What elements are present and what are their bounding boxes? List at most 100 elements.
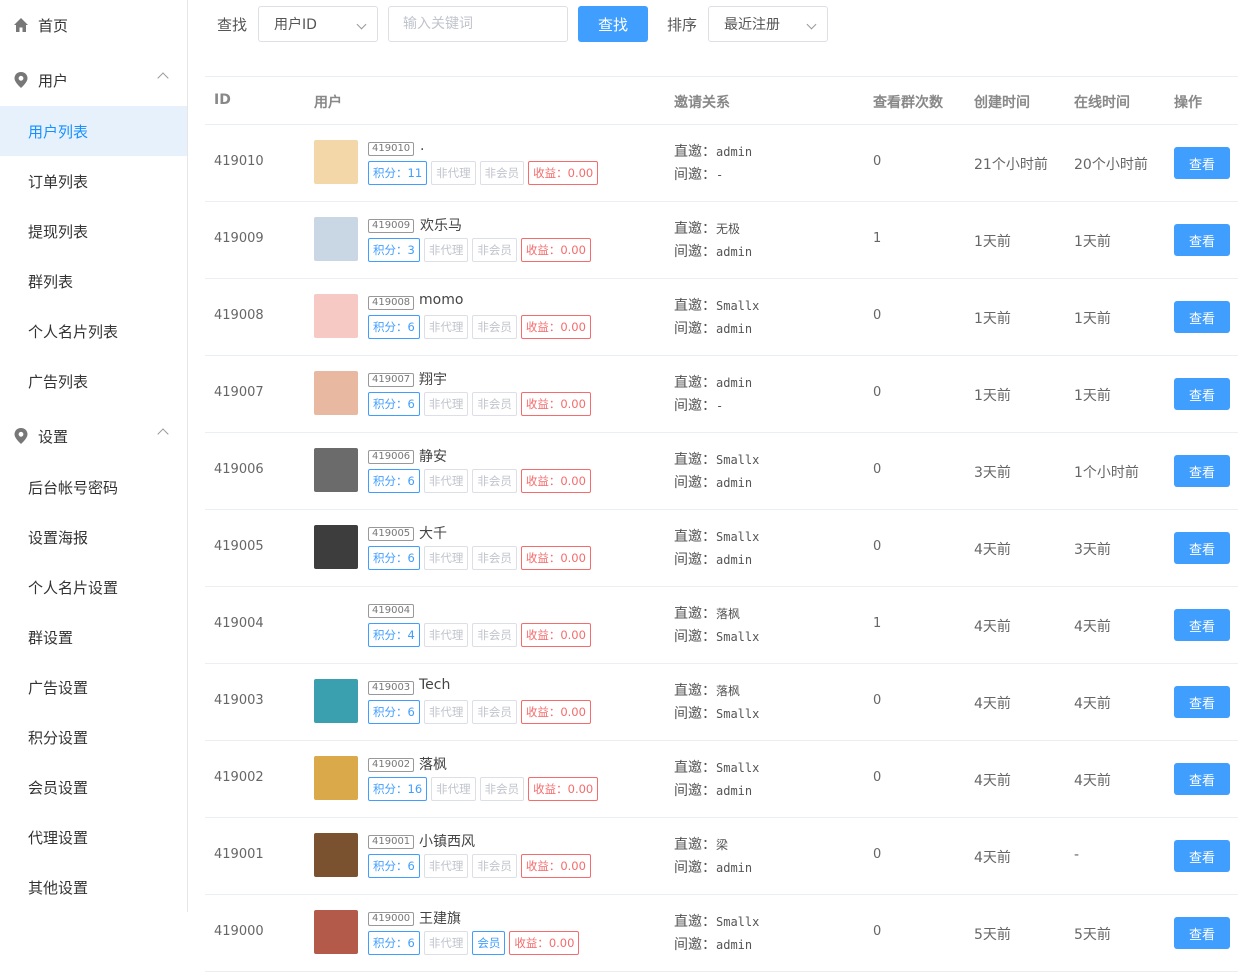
view-button[interactable]: 查看 bbox=[1174, 455, 1230, 487]
indirect-invite: 间邀：admin bbox=[674, 780, 752, 800]
income-tag: 收益：0.00 bbox=[528, 161, 599, 185]
sidebar-item-ad-list[interactable]: 广告列表 bbox=[0, 356, 187, 406]
direct-value: admin bbox=[716, 376, 753, 390]
search-field-select[interactable]: 用户ID bbox=[258, 6, 378, 42]
indirect-value: Smallx bbox=[716, 707, 760, 721]
user-tags: 积分：6 非代理 非会员 收益：0.00 bbox=[368, 854, 591, 878]
view-button[interactable]: 查看 bbox=[1174, 686, 1230, 718]
indirect-value: admin bbox=[716, 938, 753, 952]
user-name: 大千 bbox=[419, 526, 447, 542]
direct-value: Smallx bbox=[716, 915, 760, 929]
sidebar: 首页 用户 用户列表 订单列表 提现列表 群列表 个人名片列表 广告列表 设置 … bbox=[0, 0, 188, 912]
sidebar-group-settings[interactable]: 设置 bbox=[0, 411, 187, 461]
user-avatar bbox=[314, 910, 358, 954]
sidebar-item-poster-settings[interactable]: 设置海报 bbox=[0, 512, 187, 562]
direct-label: 直邀： bbox=[674, 760, 716, 776]
view-button[interactable]: 查看 bbox=[1174, 147, 1230, 179]
view-button[interactable]: 查看 bbox=[1174, 378, 1230, 410]
sidebar-item-user-list[interactable]: 用户列表 bbox=[0, 106, 187, 156]
view-button[interactable]: 查看 bbox=[1174, 532, 1230, 564]
sidebar-item-agent-settings[interactable]: 代理设置 bbox=[0, 812, 187, 862]
table-row: 419010 419010 . 积分：11 非代理 非会员 收益：0.00 直邀… bbox=[205, 125, 1238, 202]
income-tag: 收益：0.00 bbox=[528, 777, 599, 801]
points-tag: 积分：6 bbox=[368, 469, 420, 493]
table-row: 419003 419003 Tech 积分：6 非代理 非会员 收益：0.00 … bbox=[205, 664, 1238, 741]
direct-invite: 直邀：Smallx bbox=[674, 526, 759, 546]
sidebar-item-withdraw-list[interactable]: 提现列表 bbox=[0, 206, 187, 256]
view-button[interactable]: 查看 bbox=[1174, 224, 1230, 256]
direct-label: 直邀： bbox=[674, 144, 716, 160]
sidebar-item-other-settings[interactable]: 其他设置 bbox=[0, 862, 187, 912]
sidebar-item-label: 订单列表 bbox=[28, 172, 89, 191]
direct-value: Smallx bbox=[716, 761, 760, 775]
sidebar-item-label: 广告列表 bbox=[28, 372, 89, 391]
user-id-tag: 419001 bbox=[368, 835, 415, 849]
user-tags: 积分：3 非代理 非会员 收益：0.00 bbox=[368, 238, 591, 262]
sidebar-item-ad-settings[interactable]: 广告设置 bbox=[0, 662, 187, 712]
main-content: 查找 用户ID 查找 排序 最近注册 ID 用户 邀请关系 查看群次数 创建时间… bbox=[205, 0, 1238, 972]
view-button[interactable]: 查看 bbox=[1174, 609, 1230, 641]
user-name: 欢乐马 bbox=[420, 218, 462, 234]
view-button[interactable]: 查看 bbox=[1174, 840, 1230, 872]
keyword-input[interactable] bbox=[388, 6, 568, 42]
points-tag: 积分：6 bbox=[368, 546, 420, 570]
points-tag: 积分：16 bbox=[368, 777, 428, 801]
user-tags: 积分：6 非代理 非会员 收益：0.00 bbox=[368, 392, 591, 416]
member-tag: 非会员 bbox=[472, 469, 517, 493]
direct-invite: 直邀：admin bbox=[674, 141, 752, 161]
indirect-label: 间邀： bbox=[674, 321, 716, 337]
user-name: 小镇西风 bbox=[419, 834, 475, 850]
sidebar-item-card-list[interactable]: 个人名片列表 bbox=[0, 306, 187, 356]
user-id-tag: 419010 bbox=[368, 142, 415, 156]
sidebar-item-label: 个人名片设置 bbox=[28, 578, 119, 597]
agent-tag: 非代理 bbox=[431, 161, 476, 185]
user-tags: 积分：6 非代理 非会员 收益：0.00 bbox=[368, 315, 591, 339]
user-tags: 积分：6 非代理 会员 收益：0.00 bbox=[368, 931, 580, 955]
sidebar-item-label: 广告设置 bbox=[28, 678, 89, 697]
created-time: 1天前 bbox=[974, 234, 1011, 250]
indirect-value: - bbox=[716, 168, 724, 182]
sidebar-item-points-settings[interactable]: 积分设置 bbox=[0, 712, 187, 762]
sidebar-item-card-settings[interactable]: 个人名片设置 bbox=[0, 562, 187, 612]
income-tag: 收益：0.00 bbox=[520, 238, 591, 262]
table-row: 419004 419004 积分：4 非代理 非会员 收益：0.00 直邀：落枫… bbox=[205, 587, 1238, 664]
sort-select[interactable]: 最近注册 bbox=[708, 6, 828, 42]
table-row: 419001 419001 小镇西风 积分：6 非代理 非会员 收益：0.00 … bbox=[205, 818, 1238, 895]
direct-label: 直邀： bbox=[674, 221, 716, 237]
sidebar-item-label: 积分设置 bbox=[28, 728, 89, 747]
indirect-value: admin bbox=[716, 245, 753, 259]
sidebar-item-member-settings[interactable]: 会员设置 bbox=[0, 762, 187, 812]
direct-label: 直邀： bbox=[674, 606, 716, 622]
view-button[interactable]: 查看 bbox=[1174, 301, 1230, 333]
user-avatar bbox=[314, 525, 358, 569]
indirect-invite: 间邀：admin bbox=[674, 549, 752, 569]
indirect-label: 间邀： bbox=[674, 475, 716, 491]
sidebar-group-users[interactable]: 用户 bbox=[0, 55, 187, 105]
online-time: 3天前 bbox=[1074, 542, 1111, 558]
table-row: 419007 419007 翔宇 积分：6 非代理 非会员 收益：0.00 直邀… bbox=[205, 356, 1238, 433]
sidebar-group-settings-label: 设置 bbox=[38, 427, 69, 446]
user-avatar bbox=[314, 448, 358, 492]
view-button[interactable]: 查看 bbox=[1174, 763, 1230, 795]
sidebar-item-group-settings[interactable]: 群设置 bbox=[0, 612, 187, 662]
sidebar-item-group-list[interactable]: 群列表 bbox=[0, 256, 187, 306]
table-row: 419005 419005 大千 积分：6 非代理 非会员 收益：0.00 直邀… bbox=[205, 510, 1238, 587]
view-button[interactable]: 查看 bbox=[1174, 917, 1230, 949]
points-tag: 积分：6 bbox=[368, 700, 420, 724]
table-row: 419002 419002 落枫 积分：16 非代理 非会员 收益：0.00 直… bbox=[205, 741, 1238, 818]
sidebar-item-order-list[interactable]: 订单列表 bbox=[0, 156, 187, 206]
online-time: 4天前 bbox=[1074, 696, 1111, 712]
member-tag: 非会员 bbox=[472, 623, 517, 647]
member-tag: 非会员 bbox=[479, 161, 525, 185]
member-tag: 非会员 bbox=[472, 238, 517, 262]
online-time: - bbox=[1074, 847, 1080, 863]
search-button[interactable]: 查找 bbox=[578, 6, 648, 42]
th-group-views: 查看群次数 bbox=[873, 95, 943, 111]
sidebar-item-admin-password[interactable]: 后台帐号密码 bbox=[0, 462, 187, 512]
user-name: 落枫 bbox=[419, 757, 447, 773]
agent-tag: 非代理 bbox=[423, 700, 469, 724]
agent-tag: 非代理 bbox=[423, 623, 469, 647]
sidebar-item-home[interactable]: 首页 bbox=[0, 0, 187, 50]
user-id: 419009 bbox=[214, 231, 264, 246]
online-time: 1个小时前 bbox=[1074, 465, 1139, 481]
